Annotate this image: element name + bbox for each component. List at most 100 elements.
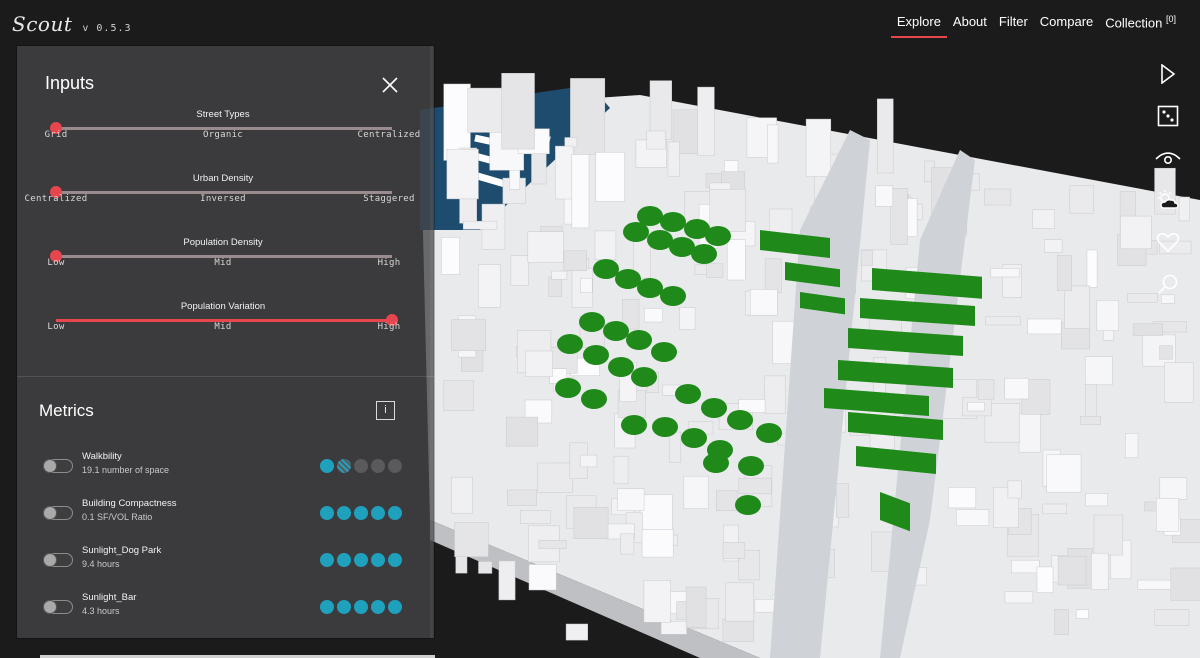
building (697, 86, 715, 156)
building (451, 319, 486, 351)
metric-row: Sunlight_Dog Park 9.4 hours (17, 545, 434, 585)
eye-icon[interactable] (1155, 146, 1181, 170)
score-dot (320, 459, 334, 473)
building (1057, 555, 1087, 586)
building (984, 188, 1012, 206)
park-tree (579, 312, 605, 332)
building (722, 542, 746, 559)
park-tree (735, 495, 761, 515)
building (646, 130, 666, 150)
building (948, 487, 977, 509)
building (1004, 377, 1029, 400)
building (1085, 356, 1113, 386)
building (1056, 255, 1072, 292)
building (643, 580, 671, 623)
park-tree (593, 259, 619, 279)
building (1086, 249, 1098, 288)
building (1159, 477, 1188, 500)
building (1036, 566, 1054, 593)
building (528, 564, 557, 591)
building (1154, 609, 1190, 626)
slider-label-low: Grid (44, 130, 68, 140)
park-tree (615, 269, 641, 289)
building (990, 268, 1020, 278)
park-tree (652, 417, 678, 437)
metric-toggle[interactable] (43, 506, 73, 520)
building (685, 586, 707, 628)
building (890, 188, 908, 245)
park-tree (691, 244, 717, 264)
building (564, 137, 578, 148)
slider-title: Population Variation (180, 301, 266, 312)
metric-name: Sunlight_Bar (82, 592, 137, 603)
metric-name: Sunlight_Dog Park (82, 545, 162, 556)
nav-about[interactable]: About (947, 14, 993, 38)
slider-title: Street Types (196, 109, 250, 120)
slider-label-mid: Organic (202, 130, 244, 140)
building (573, 507, 609, 539)
building (467, 87, 504, 133)
park-tree (621, 415, 647, 435)
panel-scrollbar[interactable] (430, 46, 433, 638)
park-tree (756, 423, 782, 443)
metric-toggle[interactable] (43, 553, 73, 567)
brand: Scout v 0.5.3 (12, 12, 132, 36)
slider-label-high: Centralized (357, 130, 421, 140)
building (738, 477, 772, 495)
slider-title: Population Density (183, 237, 263, 248)
building (649, 80, 672, 140)
building (1091, 552, 1109, 590)
building (1007, 480, 1022, 499)
metric-toggle[interactable] (43, 459, 73, 473)
building (1159, 345, 1173, 360)
building (1011, 559, 1040, 574)
nav-filter[interactable]: Filter (993, 14, 1034, 38)
score-dot (371, 506, 385, 520)
building (641, 529, 674, 558)
metric-toggle[interactable] (43, 600, 73, 614)
view-toolbar (1155, 62, 1181, 296)
weather-icon[interactable] (1155, 188, 1181, 212)
building (1096, 300, 1119, 331)
scout-logo[interactable]: Scout (12, 12, 72, 36)
metric-value: 19.1 number of space (82, 465, 170, 475)
building (1137, 579, 1173, 590)
metric-name: Walkbility (82, 451, 122, 462)
score-dot (337, 459, 351, 473)
building (548, 276, 562, 297)
play-icon[interactable] (1155, 62, 1181, 86)
nav-collection[interactable]: Collection [0] (1099, 14, 1182, 38)
building (443, 380, 475, 412)
building (520, 510, 551, 524)
building (660, 621, 687, 635)
building (726, 239, 746, 281)
dice-icon[interactable] (1155, 104, 1181, 128)
building (565, 623, 588, 641)
search-icon[interactable] (1155, 272, 1181, 296)
building (1044, 239, 1063, 253)
building (1093, 514, 1124, 556)
building (1085, 493, 1108, 507)
building (538, 540, 567, 549)
building (617, 488, 645, 511)
slider-label-high: High (377, 322, 401, 332)
info-button[interactable]: i (376, 401, 395, 420)
nav-compare[interactable]: Compare (1034, 14, 1099, 38)
park-tree (681, 428, 707, 448)
building (967, 402, 985, 412)
park-tree (603, 321, 629, 341)
park-tree (637, 278, 663, 298)
building (441, 237, 460, 275)
heart-icon[interactable] (1155, 230, 1181, 254)
slider-label-low: Centralized (24, 194, 88, 204)
metric-value: 0.1 SF/VOL Ratio (82, 512, 153, 522)
park-tree (675, 384, 701, 404)
building (875, 185, 894, 207)
nav-explore[interactable]: Explore (890, 14, 948, 39)
building (706, 263, 724, 278)
building (877, 98, 894, 174)
building (620, 533, 635, 555)
close-icon[interactable] (379, 74, 401, 96)
building (446, 148, 479, 200)
building (749, 289, 778, 316)
